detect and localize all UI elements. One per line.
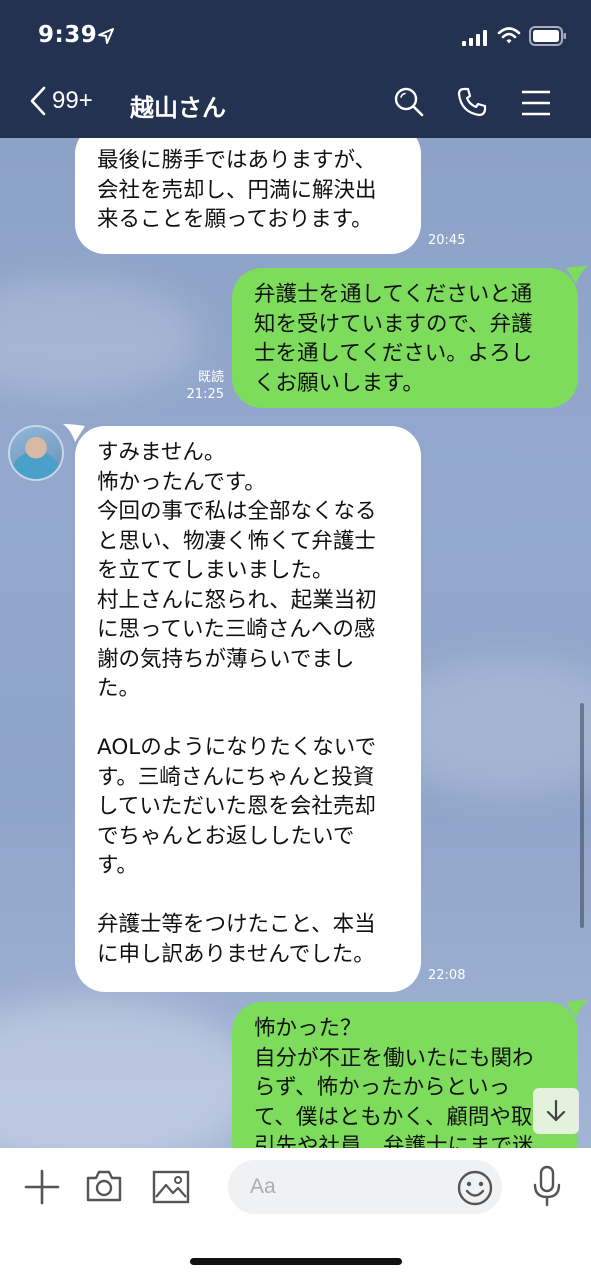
read-receipt: 既読 — [197, 370, 224, 385]
message-line: 弁護士を通してくださいと通 — [254, 282, 533, 307]
message-line: 知を受けていますので、弁護 — [254, 311, 533, 337]
chat-title: 越山さん — [130, 94, 226, 122]
message-line: 最後に勝手ではありますが、 — [97, 148, 377, 173]
message-time: 21:25 — [186, 387, 224, 402]
message-line: 士を通してください。よろし — [254, 341, 533, 366]
message-line: 自分が不正を働いたにも関わ — [254, 1045, 534, 1071]
message-line: 弁護士等をつけたこと、本当 — [97, 912, 376, 937]
message-line: でちゃんとお返ししたいで — [97, 823, 355, 849]
message-line: 来ることを願っております。 — [97, 207, 373, 232]
message-line: くお願いします。 — [254, 370, 424, 396]
home-indicator — [190, 1258, 402, 1265]
camera-icon[interactable] — [85, 1169, 123, 1203]
message-line: 会社を売却し、円満に解決出 — [97, 177, 377, 203]
battery-icon — [529, 26, 566, 46]
bubble-tail — [566, 1000, 588, 1018]
scrollbar[interactable] — [580, 703, 584, 928]
message-bubble-incoming[interactable]: すみません。 怖かったんです。 今回の事で私は全部なくなる と思い、物凄く怖くて… — [75, 426, 421, 992]
message-line: 謝の気持ちが薄らいでまし — [97, 646, 355, 672]
message-line: す。 — [97, 853, 138, 878]
message-line: 今回の事で私は全部なくなる — [97, 499, 377, 524]
message-bubble-incoming[interactable]: 最後に勝手ではありますが、 会社を売却し、円満に解決出 来ることを願っております… — [75, 138, 421, 254]
message-bubble-outgoing[interactable]: 弁護士を通してくださいと通 知を受けていますので、弁護 士を通してください。よろ… — [232, 268, 578, 408]
sender-avatar[interactable] — [8, 425, 64, 481]
emoji-icon[interactable] — [456, 1169, 494, 1207]
message-line: 村上さんに怒られ、起業当初 — [97, 587, 377, 613]
message-line: AOLのようになりたくないで — [97, 735, 377, 760]
search-icon[interactable] — [393, 86, 425, 118]
message-line: すみません。 — [97, 440, 226, 465]
message-line: していただいた恩を会社売却 — [97, 794, 376, 819]
chat-area[interactable]: 最後に勝手ではありますが、 会社を売却し、円満に解決出 来ることを願っております… — [0, 138, 591, 1148]
message-line — [97, 881, 401, 911]
message-line: らず、怖かったからといっ — [254, 1075, 511, 1100]
scroll-to-bottom-button[interactable] — [533, 1088, 579, 1134]
back-button[interactable]: 99+ — [30, 86, 93, 116]
wifi-icon — [497, 27, 521, 44]
message-line: に申し訳ありませんでした。 — [97, 941, 375, 967]
image-icon[interactable] — [152, 1170, 190, 1204]
plus-icon[interactable] — [24, 1169, 60, 1205]
message-line: 怖かった？ — [254, 1016, 362, 1041]
message-line: す。三崎さんにちゃんと投資 — [97, 764, 375, 790]
message-line: 引先や社員、弁護士にまで迷 — [254, 1134, 534, 1148]
arrow-down-icon — [546, 1099, 566, 1122]
bubble-tail — [63, 424, 85, 442]
message-time: 20:45 — [428, 233, 466, 248]
message-line: と思い、物凄く怖くて弁護士 — [97, 528, 376, 554]
message-line: 怖かったんです。 — [97, 469, 266, 495]
background-cloud — [0, 998, 260, 1148]
phone-icon[interactable] — [456, 86, 488, 118]
chat-header: 9:39 99+ 越山さん — [0, 0, 591, 138]
chevron-left-icon — [30, 86, 46, 116]
message-line: て、僕はともかく、顧問や取 — [254, 1104, 533, 1130]
background-cloud — [0, 278, 200, 398]
message-bubble-outgoing[interactable]: 怖かった？ 自分が不正を働いたにも関わ らず、怖かったからといっ て、僕はともか… — [232, 1002, 578, 1148]
message-line: を立ててしまいました。 — [97, 558, 334, 583]
message-line: に思っていた三崎さんへの感 — [97, 617, 376, 642]
message-line: た。 — [97, 676, 141, 701]
bubble-tail — [566, 266, 588, 284]
menu-icon[interactable] — [521, 90, 551, 116]
signal-icon — [462, 30, 487, 46]
unread-count: 99+ — [52, 87, 93, 114]
message-line — [97, 704, 401, 734]
status-time: 9:39 — [38, 22, 98, 48]
location-arrow-icon — [98, 28, 114, 44]
message-time: 22:08 — [428, 968, 466, 983]
microphone-icon[interactable] — [532, 1165, 562, 1207]
